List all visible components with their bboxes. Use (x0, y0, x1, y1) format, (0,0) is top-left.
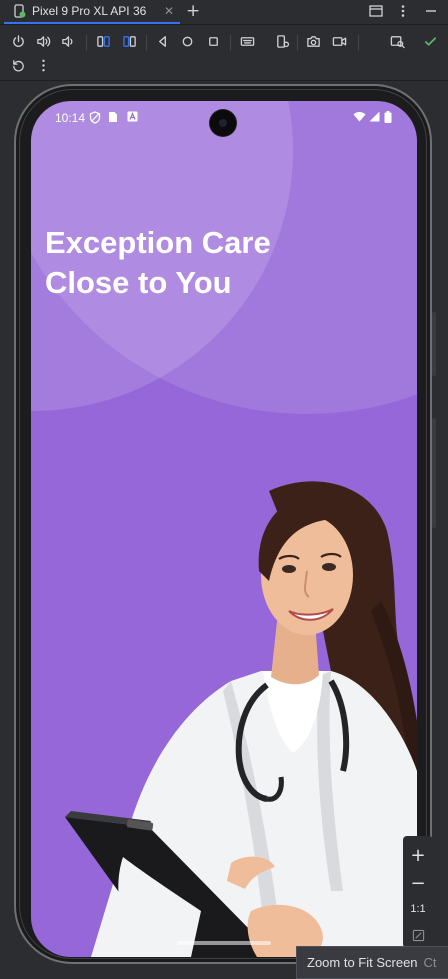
headline-line-1: Exception Care (45, 225, 271, 260)
more-actions-button[interactable] (33, 55, 53, 75)
window-layout-icon[interactable] (369, 4, 383, 18)
home-icon (182, 36, 192, 46)
power-icon (12, 34, 24, 47)
back-button[interactable] (152, 31, 172, 51)
rotate-right-icon (122, 35, 136, 47)
rotate-right-button[interactable] (119, 31, 139, 51)
back-icon (158, 35, 166, 47)
wifi-icon (353, 112, 366, 122)
shield-icon (89, 111, 101, 124)
more-options-icon[interactable] (396, 4, 410, 18)
sim-card-icon (109, 112, 117, 122)
reset-icon (12, 59, 24, 71)
volume-down-button[interactable] (58, 31, 78, 51)
check-icon (424, 36, 436, 46)
front-camera (210, 110, 236, 136)
headline-line-2: Close to You (45, 265, 232, 300)
add-tab-button[interactable]: + (186, 1, 200, 21)
screenshot-button[interactable] (303, 31, 323, 51)
hero-headline: Exception Care Close to You (45, 223, 375, 303)
volume-up-icon (36, 35, 50, 47)
power-side-button (432, 312, 436, 376)
screenshot-icon (306, 35, 320, 47)
overview-button[interactable] (203, 31, 223, 51)
device-tab[interactable]: Pixel 9 Pro XL API 36 ✕ (4, 0, 180, 24)
screen-record-icon (332, 36, 346, 46)
tool-window-tabbar: Pixel 9 Pro XL API 36 ✕ + (0, 0, 448, 25)
minimize-icon[interactable] (424, 4, 438, 18)
apply-button[interactable] (420, 31, 440, 51)
device-tab-label: Pixel 9 Pro XL API 36 (32, 4, 147, 18)
close-tab-icon[interactable]: ✕ (164, 4, 174, 18)
keyboard-button[interactable] (237, 31, 257, 51)
zoom-out-button[interactable]: − (403, 870, 433, 896)
device-screen[interactable]: 10:14 Exception Care Close to You (31, 101, 417, 957)
volume-down-icon (61, 35, 72, 47)
reset-button[interactable] (8, 55, 28, 75)
gesture-nav-bar[interactable] (177, 941, 271, 945)
autofill-icon (127, 111, 138, 122)
tooltip-shortcut: Ct (423, 955, 437, 970)
more-icon (41, 59, 45, 71)
rotate-left-icon (96, 35, 110, 47)
running-device-icon (14, 4, 26, 18)
rotate-left-button[interactable] (93, 31, 113, 51)
home-button[interactable] (177, 31, 197, 51)
fit-screen-icon (412, 929, 424, 941)
zoom-to-fit-button[interactable] (403, 922, 433, 948)
zoom-controls: + − 1:1 (403, 836, 433, 948)
zoom-in-button[interactable]: + (403, 842, 433, 868)
overview-icon (208, 36, 218, 46)
doctor-illustration (65, 481, 417, 957)
actual-size-button[interactable]: 1:1 (403, 896, 433, 922)
emulator-toolbar (0, 26, 448, 81)
device-settings-button[interactable] (272, 31, 292, 51)
power-button[interactable] (8, 31, 28, 51)
display-mode-icon (390, 35, 405, 48)
zoom-to-fit-tooltip: Zoom to Fit Screen Ct (296, 946, 448, 979)
display-mode-button[interactable] (387, 31, 407, 51)
volume-up-button[interactable] (33, 31, 53, 51)
tooltip-text: Zoom to Fit Screen (307, 955, 418, 970)
keyboard-icon (240, 36, 254, 46)
cell-signal-icon (369, 111, 380, 122)
screen-record-button[interactable] (329, 31, 349, 51)
battery-icon (384, 111, 392, 123)
volume-side-button (432, 418, 436, 528)
device-settings-icon (276, 34, 289, 48)
status-time: 10:14 (55, 111, 86, 125)
